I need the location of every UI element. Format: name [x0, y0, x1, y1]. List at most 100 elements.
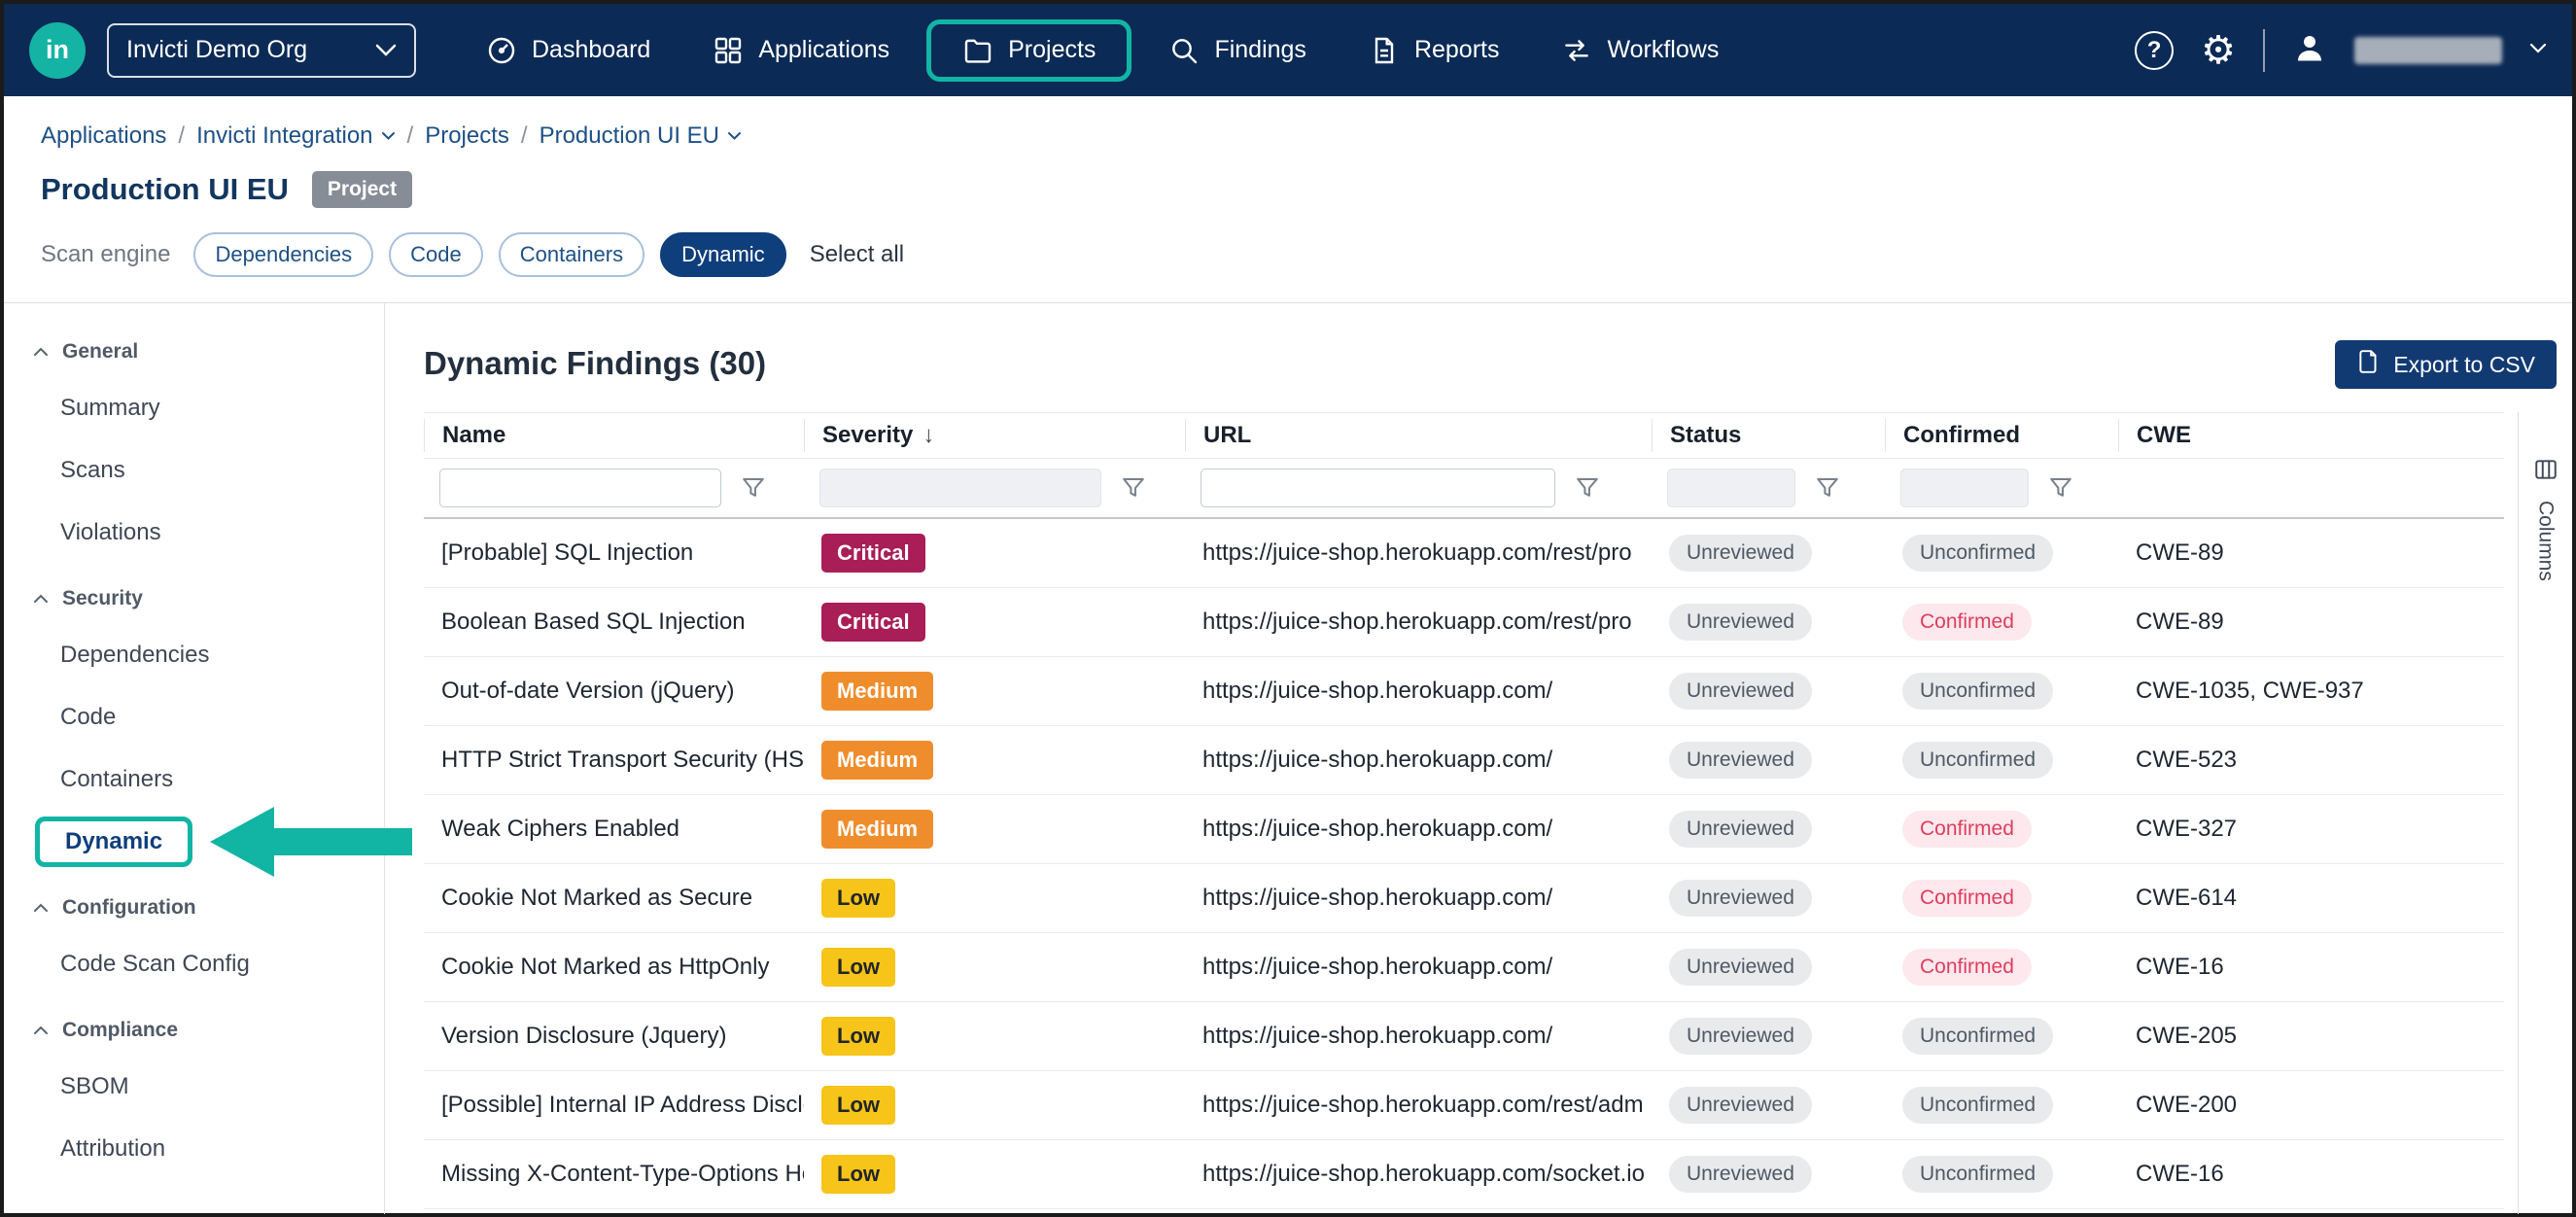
filter-funnel-icon[interactable] — [1815, 475, 1840, 501]
confirmed-pill: Unconfirmed — [1902, 535, 2053, 572]
breadcrumb-applications[interactable]: Applications — [41, 122, 166, 150]
table-row[interactable]: Out-of-date Version (jQuery) Medium http… — [424, 657, 2504, 726]
user-avatar-icon[interactable] — [2292, 30, 2327, 70]
export-document-icon — [2356, 349, 2382, 380]
sidebar-section-security[interactable]: Security — [4, 574, 384, 624]
engine-pill-code[interactable]: Code — [389, 232, 483, 277]
cell-cwe: CWE-89 — [2118, 539, 2504, 567]
breadcrumb-invicti-integration[interactable]: Invicti Integration — [196, 122, 395, 150]
nav-label: Projects — [1008, 36, 1096, 64]
page-subheader: Applications / Invicti Integration / Pro… — [4, 96, 2572, 303]
status-pill: Unreviewed — [1669, 949, 1812, 986]
engine-pill-dependencies[interactable]: Dependencies — [193, 232, 373, 277]
filter-confirmed-input[interactable] — [1900, 469, 2029, 507]
filter-name-input[interactable] — [439, 469, 721, 507]
engine-pill-dynamic[interactable]: Dynamic — [660, 232, 786, 277]
sidebar-item-attribution[interactable]: Attribution — [4, 1118, 384, 1180]
arrow-annotation — [210, 803, 412, 881]
severity-badge: Low — [821, 1086, 895, 1125]
folder-icon — [962, 35, 993, 66]
help-icon[interactable]: ? — [2135, 31, 2174, 70]
table-row[interactable]: HTTP Strict Transport Security (HST Medi… — [424, 726, 2504, 795]
nav-item-findings[interactable]: Findings — [1137, 35, 1338, 66]
table-row[interactable]: Version Disclosure (Jquery) Low https://… — [424, 1002, 2504, 1071]
dynamic-highlight-annotation: Dynamic — [35, 817, 192, 867]
columns-panel-tab[interactable]: Columns — [2518, 412, 2572, 1214]
chevron-up-icon — [33, 347, 49, 357]
chevron-down-icon — [727, 131, 742, 141]
title-row: Production UI EU Project — [41, 168, 2535, 211]
col-header-name[interactable]: Name — [424, 419, 804, 452]
sidebar-item-code-scan-config[interactable]: Code Scan Config — [4, 933, 384, 995]
invicti-logo[interactable]: in — [29, 22, 86, 79]
gear-icon[interactable]: ⚙ — [2201, 31, 2236, 70]
applications-icon — [713, 35, 744, 66]
sidebar-item-summary[interactable]: Summary — [4, 377, 384, 439]
user-menu-chevron-icon[interactable] — [2529, 42, 2547, 59]
table-row[interactable]: Weak Ciphers Enabled Medium https://juic… — [424, 795, 2504, 864]
severity-badge: Medium — [821, 810, 933, 849]
columns-grid-icon — [2533, 457, 2559, 487]
breadcrumb-projects[interactable]: Projects — [425, 122, 509, 150]
sidebar-item-violations[interactable]: Violations — [4, 502, 384, 564]
severity-badge: Low — [821, 1155, 895, 1194]
col-header-status[interactable]: Status — [1652, 419, 1885, 452]
report-document-icon — [1369, 35, 1400, 66]
export-csv-button[interactable]: Export to CSV — [2335, 340, 2557, 389]
table-body: [Probable] SQL Injection Critical https:… — [424, 519, 2504, 1209]
sidebar-item-dependencies[interactable]: Dependencies — [4, 624, 384, 686]
cell-cwe: CWE-89 — [2118, 608, 2504, 636]
engine-pill-containers[interactable]: Containers — [499, 232, 644, 277]
org-selector-dropdown[interactable]: Invicti Demo Org — [107, 23, 416, 78]
table-row[interactable]: Boolean Based SQL Injection Critical htt… — [424, 588, 2504, 657]
sidebar-section-general[interactable]: General — [4, 327, 384, 377]
select-all-button[interactable]: Select all — [810, 241, 904, 268]
cell-name: Weak Ciphers Enabled — [424, 816, 804, 843]
col-header-url[interactable]: URL — [1185, 419, 1652, 452]
cell-cwe: CWE-16 — [2118, 1161, 2504, 1188]
sort-descending-icon[interactable]: ↓ — [922, 422, 934, 449]
filter-severity-input[interactable] — [819, 469, 1101, 507]
cell-cwe: CWE-327 — [2118, 816, 2504, 843]
nav-item-projects[interactable]: Projects — [931, 35, 1127, 66]
page-title: Production UI EU — [41, 172, 289, 207]
filter-url-input[interactable] — [1201, 469, 1555, 507]
table-row[interactable]: Cookie Not Marked as HttpOnly Low https:… — [424, 933, 2504, 1002]
content-area: General Summary Scans Violations Securit… — [4, 303, 2572, 1214]
sidebar-item-sbom[interactable]: SBOM — [4, 1056, 384, 1118]
sidebar-item-scans[interactable]: Scans — [4, 439, 384, 502]
nav-item-dashboard[interactable]: Dashboard — [455, 35, 681, 66]
col-header-cwe[interactable]: CWE — [2118, 419, 2504, 452]
table-row[interactable]: [Probable] SQL Injection Critical https:… — [424, 519, 2504, 588]
cell-url: https://juice-shop.herokuapp.com/ — [1185, 885, 1652, 912]
filter-funnel-icon[interactable] — [1575, 475, 1600, 501]
table-header-row: Name Severity ↓ URL Status Confirmed CWE — [424, 412, 2504, 459]
sidebar-item-code[interactable]: Code — [4, 686, 384, 748]
confirmed-pill: Unconfirmed — [1902, 742, 2053, 779]
col-header-severity[interactable]: Severity ↓ — [804, 419, 1185, 452]
filter-status-input[interactable] — [1667, 469, 1795, 507]
breadcrumb-separator: / — [521, 122, 528, 150]
nav-label: Applications — [758, 36, 889, 64]
nav-item-applications[interactable]: Applications — [681, 35, 921, 66]
table-row[interactable]: [Possible] Internal IP Address Disclo Lo… — [424, 1071, 2504, 1140]
cell-cwe: CWE-200 — [2118, 1092, 2504, 1119]
sidebar-item-containers[interactable]: Containers — [4, 748, 384, 811]
sidebar-section-configuration[interactable]: Configuration — [4, 883, 384, 933]
filter-funnel-icon[interactable] — [2048, 475, 2073, 501]
table-row[interactable]: Cookie Not Marked as Secure Low https://… — [424, 864, 2504, 933]
nav-item-workflows[interactable]: Workflows — [1530, 35, 1750, 66]
project-type-badge: Project — [312, 171, 412, 208]
nav-item-reports[interactable]: Reports — [1338, 35, 1531, 66]
cell-name: [Probable] SQL Injection — [424, 539, 804, 567]
cell-name: Missing X-Content-Type-Options He — [424, 1161, 804, 1188]
chevron-down-icon — [381, 131, 396, 141]
col-header-confirmed[interactable]: Confirmed — [1885, 419, 2118, 452]
main-panel: Dynamic Findings (30) Export to CSV Name… — [385, 303, 2572, 1214]
sidebar-section-compliance[interactable]: Compliance — [4, 1005, 384, 1056]
findings-table: Name Severity ↓ URL Status Confirmed CWE — [424, 412, 2504, 1209]
table-row[interactable]: Missing X-Content-Type-Options He Low ht… — [424, 1140, 2504, 1209]
filter-funnel-icon[interactable] — [1121, 475, 1146, 501]
breadcrumb-production-ui-eu[interactable]: Production UI EU — [540, 122, 742, 150]
filter-funnel-icon[interactable] — [741, 475, 766, 501]
